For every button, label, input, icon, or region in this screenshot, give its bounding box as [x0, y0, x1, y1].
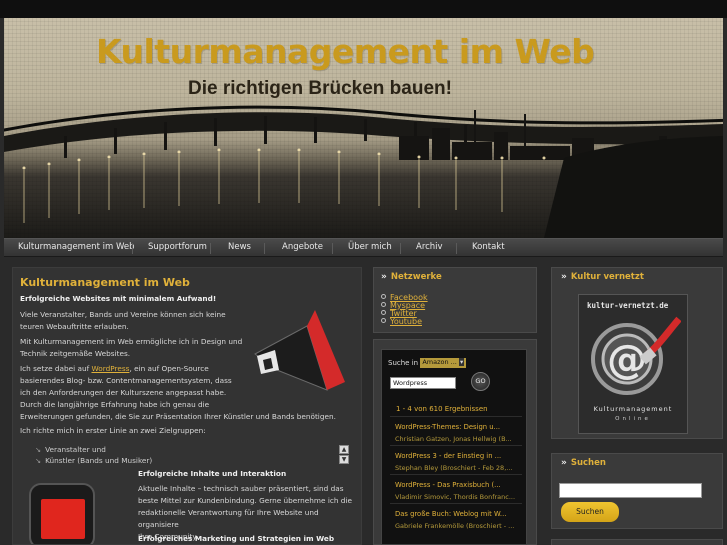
- amazon-go-button[interactable]: GO: [471, 372, 490, 391]
- amazon-result-item[interactable]: Das große Buch: Weblog mit W... Gabriele…: [390, 503, 522, 537]
- amazon-result-author: Christian Gatzen, Jonas Hellwig (B...: [395, 435, 512, 443]
- amazon-result-title[interactable]: WordPress-Themes: Design u...: [395, 423, 500, 431]
- top-strip: [0, 0, 727, 18]
- search-input[interactable]: [559, 483, 702, 498]
- circle-bullet-icon: [381, 294, 386, 299]
- amazon-widget: Suche in Amazon ... ▾ Wordpress GO 1 - 4…: [381, 349, 527, 545]
- nav-item-kontakt[interactable]: Kontakt: [472, 242, 505, 252]
- amazon-result-title[interactable]: WordPress 3 - der Einstieg in ...: [395, 452, 501, 460]
- amazon-result-author: Stephan Bley (Broschiert - Feb 28,...: [395, 464, 513, 472]
- kultur-vernetzt-title: » Kultur vernetzt: [561, 272, 644, 282]
- svg-text:@: @: [607, 337, 647, 383]
- arrow-bullet-icon: ↘: [35, 445, 42, 454]
- circle-bullet-icon: [381, 310, 386, 315]
- netzwerke-title: » Netzwerke: [381, 272, 442, 282]
- nav-item-archiv[interactable]: Archiv: [416, 242, 443, 252]
- double-chevron-icon: »: [561, 458, 567, 468]
- nav-separator: [400, 243, 401, 254]
- nav-separator: [332, 243, 333, 254]
- scroll-down-icon[interactable]: ▼: [339, 455, 349, 464]
- at-sign-cable-icon: @: [591, 316, 681, 395]
- amazon-search-row: Suche in Amazon ... ▾: [388, 358, 467, 368]
- header-banner: Kulturmanagement im Web Die richtigen Br…: [4, 18, 723, 238]
- kultur-vernetzt-logo[interactable]: kultur-vernetzt.de @ Kulturmanagement On…: [578, 294, 688, 434]
- circle-bullet-icon: [381, 318, 386, 323]
- page: Kulturmanagement im Web Die richtigen Br…: [0, 0, 727, 545]
- amazon-store-select[interactable]: Amazon ... ▾: [420, 358, 467, 368]
- netzwerke-link-youtube[interactable]: Youtube: [381, 317, 422, 326]
- red-square-icon: [41, 499, 85, 539]
- main-content: Kulturmanagement im Web Erfolgreiche Web…: [12, 267, 362, 545]
- nav-item-angebote[interactable]: Angebote: [282, 242, 323, 252]
- megaphone-icon: [254, 310, 345, 391]
- content-heading: Kulturmanagement im Web: [20, 276, 190, 289]
- amazon-results-summary: 1 - 4 von 610 Ergebnissen: [396, 405, 488, 413]
- amazon-result-author: Vladimir Simovic, Thordis Bonfranc...: [395, 493, 516, 501]
- site-title[interactable]: Kulturmanagement im Web: [96, 32, 595, 71]
- logo-url-text: kultur-vernetzt.de: [587, 301, 669, 310]
- amazon-result-title[interactable]: Das große Buch: Weblog mit W...: [395, 510, 506, 518]
- main-navigation: Kulturmanagement im Web Supportforum New…: [4, 238, 723, 257]
- amazon-result-title[interactable]: WordPress - Das Praxisbuch (...: [395, 481, 501, 489]
- amazon-search-input[interactable]: Wordpress: [390, 377, 456, 389]
- paragraph-intro: Viele Veranstalter, Bands und Vereine kö…: [20, 310, 226, 331]
- arrow-bullet-icon: ↘: [35, 456, 42, 465]
- suchen-title: » Suchen: [561, 458, 606, 468]
- paragraph-offer: Mit Kulturmanagement im Web ermögliche i…: [20, 337, 243, 358]
- logo-text-line1: Kulturmanagement: [593, 405, 673, 413]
- amazon-search-label: Suche in: [388, 359, 419, 367]
- content-subheading: Erfolgreiche Websites mit minimalem Aufw…: [20, 294, 217, 303]
- target-item: ↘ Künstler (Bands und Musiker): [35, 456, 153, 465]
- site-tagline: Die richtigen Brücken bauen!: [188, 78, 452, 99]
- nav-separator: [456, 243, 457, 254]
- amazon-result-author: Gabriele Frankemölle (Broschiert - ...: [395, 522, 515, 530]
- nav-separator: [264, 243, 265, 254]
- red-button-graphic: [29, 483, 95, 544]
- wordpress-link[interactable]: WordPress: [91, 364, 129, 373]
- double-chevron-icon: »: [381, 272, 387, 282]
- chevron-down-icon: ▾: [458, 358, 465, 366]
- nav-item-news[interactable]: News: [228, 242, 251, 252]
- nav-item-ueber-mich[interactable]: Über mich: [348, 242, 392, 252]
- next-panel: [551, 539, 723, 545]
- nav-separator: [210, 243, 211, 254]
- circle-bullet-icon: [381, 302, 386, 307]
- target-item: ↘ Veranstalter und: [35, 445, 106, 454]
- feature-title-content: Erfolgreiche Inhalte und Interaktion: [138, 469, 287, 478]
- paragraph-targets: Ich richte mich in erster Linie an zwei …: [20, 426, 206, 435]
- search-button[interactable]: Suchen: [561, 502, 619, 522]
- nav-separator: [132, 243, 133, 254]
- nav-item-kulturmanagement[interactable]: Kulturmanagement im Web: [18, 242, 134, 252]
- logo-text-line2: Online: [615, 416, 651, 422]
- scroll-up-icon[interactable]: ▲: [339, 445, 349, 454]
- nav-item-supportforum[interactable]: Supportforum: [148, 242, 207, 252]
- double-chevron-icon: »: [561, 272, 567, 282]
- feature-title-marketing: Erfolgreiches Marketing und Strategien i…: [138, 534, 335, 543]
